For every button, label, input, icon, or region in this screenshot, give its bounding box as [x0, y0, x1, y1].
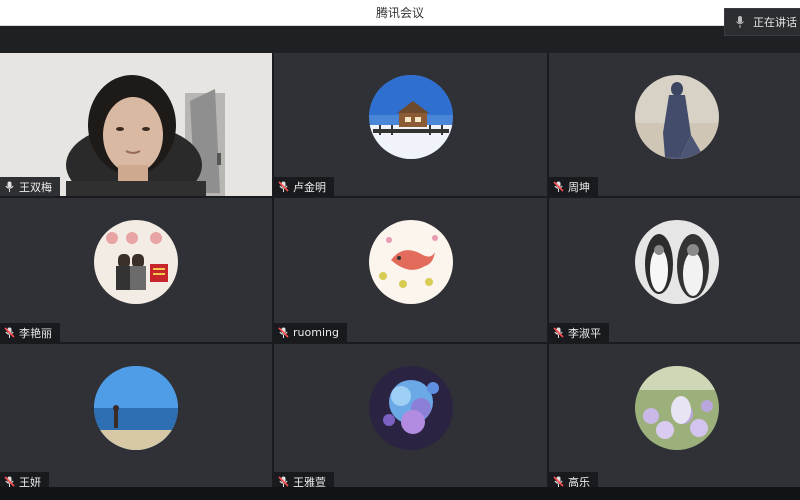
microphone-muted-icon [4, 476, 15, 487]
video-feed [0, 53, 272, 196]
microphone-muted-icon [553, 327, 564, 338]
avatar [368, 366, 453, 450]
bottom-toolbar-edge [0, 487, 800, 500]
participant-nameplate: 王双梅 [0, 177, 60, 196]
participant-grid: 王双梅 卢金明 周坤 李艳丽 ruoming 李淑平 王妍 王雅萱 高乐 [0, 53, 800, 491]
participant-nameplate: 李淑平 [549, 323, 609, 342]
microphone-icon [736, 16, 744, 28]
participant-nameplate: 周坤 [549, 177, 598, 196]
participant-tile[interactable]: 王雅萱 [274, 344, 547, 491]
microphone-muted-icon [278, 327, 289, 338]
participant-name: 周坤 [568, 180, 590, 194]
participant-nameplate: 卢金明 [274, 177, 334, 196]
avatar [634, 75, 719, 159]
participant-name: 王双梅 [19, 180, 52, 194]
participant-tile[interactable]: 王妍 [0, 344, 272, 491]
microphone-muted-icon [553, 181, 564, 192]
microphone-muted-icon [553, 476, 564, 487]
participant-tile[interactable]: ruoming [274, 198, 547, 342]
microphone-muted-icon [278, 476, 289, 487]
speaking-indicator[interactable]: 正在讲话 [724, 8, 800, 36]
avatar [634, 366, 719, 450]
speaking-label: 正在讲话 [753, 16, 797, 29]
participant-name: 李艳丽 [19, 326, 52, 340]
microphone-muted-icon [4, 327, 15, 338]
participant-name: 卢金明 [293, 180, 326, 194]
avatar [94, 220, 178, 304]
microphone-muted-icon [278, 181, 289, 192]
participant-tile[interactable]: 李淑平 [549, 198, 800, 342]
participant-tile[interactable]: 王双梅 [0, 53, 272, 196]
participant-tile[interactable]: 李艳丽 [0, 198, 272, 342]
avatar [634, 220, 719, 304]
participant-tile[interactable]: 卢金明 [274, 53, 547, 196]
participant-tile[interactable]: 高乐 [549, 344, 800, 491]
avatar [368, 220, 453, 304]
participant-name: 李淑平 [568, 326, 601, 340]
participant-name: ruoming [293, 326, 339, 339]
window-title: 腾讯会议 [375, 6, 424, 20]
participant-tile[interactable]: 周坤 [549, 53, 800, 196]
microphone-icon [5, 181, 14, 192]
window-title-bar: 腾讯会议 [0, 0, 800, 26]
avatar [368, 75, 453, 159]
participant-nameplate: 李艳丽 [0, 323, 60, 342]
participant-nameplate: ruoming [274, 323, 347, 342]
avatar [94, 366, 178, 450]
